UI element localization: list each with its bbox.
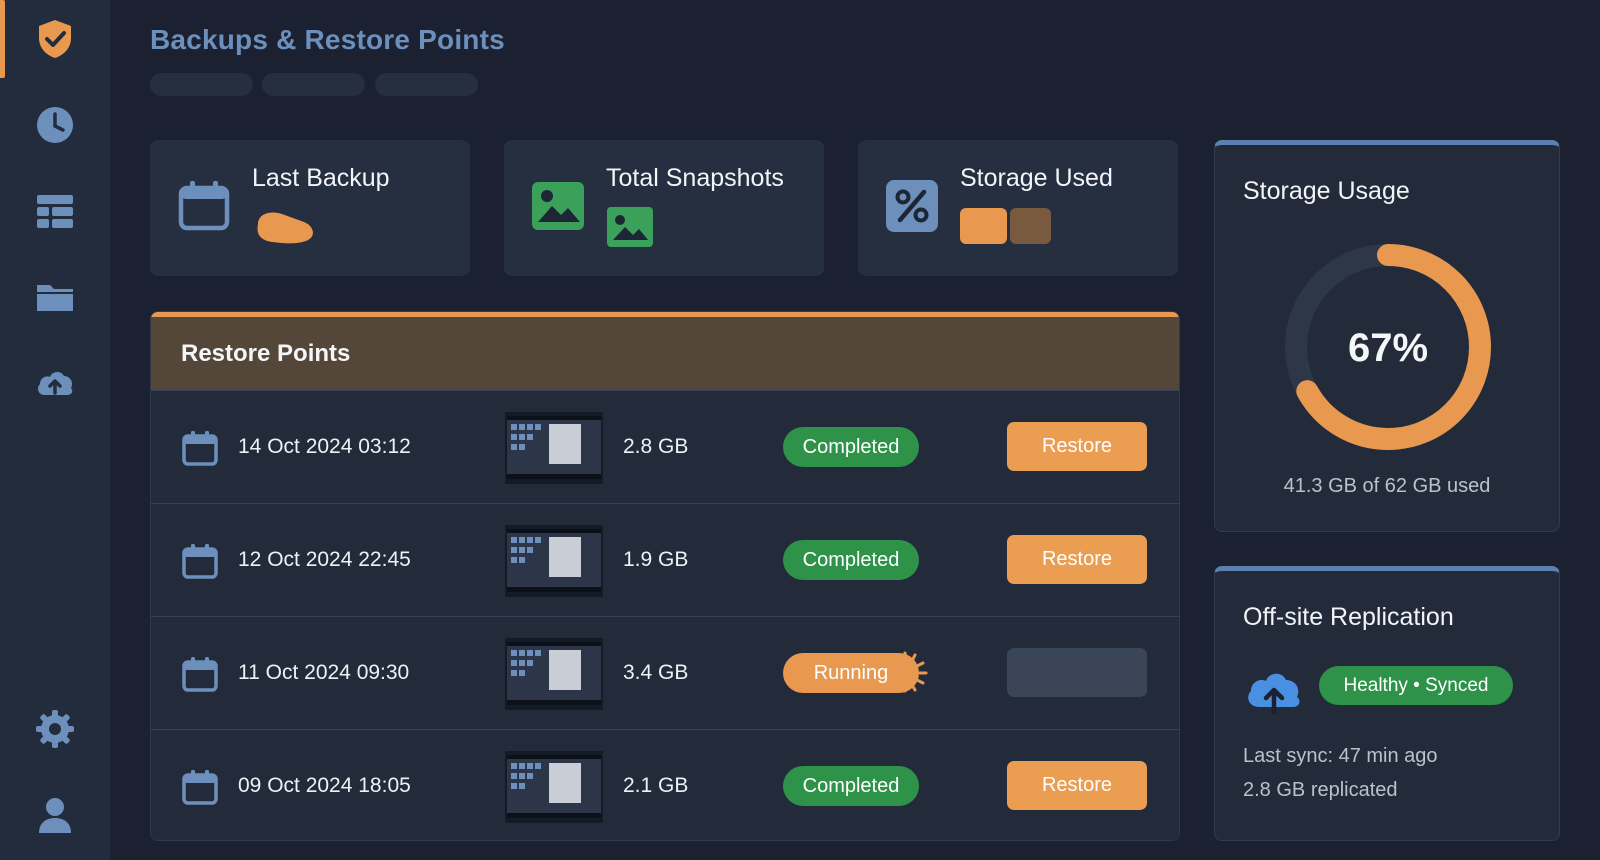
last-sync-text: Last sync: 47 min ago — [1243, 745, 1438, 767]
nav-item-backups[interactable] — [0, 0, 110, 78]
status-badge: Completed — [783, 540, 919, 580]
gear-icon — [36, 710, 74, 748]
table-row: 09 Oct 2024 18:05 2.1 GB Completed Resto… — [151, 729, 1179, 840]
spinner-icon — [903, 651, 928, 693]
replication-status-badge: Healthy • Synced — [1319, 666, 1513, 705]
table-row: 12 Oct 2024 22:45 1.9 GB Completed Resto… — [151, 503, 1179, 616]
snapshot-thumbnail[interactable] — [505, 412, 603, 484]
storage-usage-card: Storage Usage 67% 41.3 GB of 62 GB used — [1214, 140, 1560, 532]
storage-usage-title: Storage Usage — [1243, 177, 1410, 205]
cloud-upload-icon — [1248, 673, 1300, 715]
replication-title: Off-site Replication — [1243, 603, 1454, 631]
folder-icon — [37, 285, 73, 311]
clock-icon — [37, 107, 73, 143]
replication-card: Off-site Replication Healthy • Synced La… — [1214, 566, 1560, 841]
restore-point-size: 2.1 GB — [623, 774, 689, 797]
restore-point-date: 12 Oct 2024 22:45 — [238, 548, 411, 571]
stat-label: Storage Used — [960, 164, 1113, 192]
table-row: 14 Oct 2024 03:12 2.8 GB Completed Resto… — [151, 390, 1179, 503]
shield-check-icon — [39, 20, 71, 58]
replicated-size-text: 2.8 GB replicated — [1243, 779, 1398, 801]
breadcrumb-placeholder[interactable] — [150, 73, 253, 96]
restore-button-disabled[interactable] — [1007, 648, 1147, 697]
stat-label: Last Backup — [252, 164, 390, 192]
placeholder-shape — [257, 212, 313, 244]
restore-point-size: 2.8 GB — [623, 435, 689, 458]
restore-point-date: 11 Oct 2024 09:30 — [238, 661, 410, 684]
breadcrumb-placeholder[interactable] — [375, 73, 478, 96]
percent-icon — [886, 180, 938, 232]
cloud-upload-icon — [37, 371, 73, 395]
image-icon — [532, 182, 584, 230]
calendar-icon — [182, 431, 218, 466]
restore-button[interactable]: Restore — [1007, 422, 1147, 471]
restore-point-size: 3.4 GB — [623, 661, 689, 684]
storage-donut-chart: 67% — [1285, 244, 1491, 450]
restore-point-date: 14 Oct 2024 03:12 — [238, 435, 411, 458]
nav-item-servers[interactable] — [0, 172, 110, 250]
snapshot-thumbnail[interactable] — [505, 638, 603, 710]
stat-card-total-snapshots: Total Snapshots — [504, 140, 824, 276]
calendar-icon — [178, 181, 230, 231]
stat-card-storage-used: Storage Used — [858, 140, 1178, 276]
stat-label: Total Snapshots — [606, 164, 784, 192]
nav-item-settings[interactable] — [0, 690, 110, 768]
status-badge: Completed — [783, 766, 919, 806]
page-title: Backups & Restore Points — [150, 24, 505, 55]
nav-item-files[interactable] — [0, 258, 110, 336]
storage-usage-caption: 41.3 GB of 62 GB used — [1283, 475, 1491, 497]
user-icon — [39, 798, 71, 833]
stat-card-last-backup: Last Backup — [150, 140, 470, 276]
image-icon — [607, 207, 653, 247]
breadcrumb-placeholder[interactable] — [262, 73, 365, 96]
nav-item-profile[interactable] — [0, 776, 110, 854]
status-badge: Completed — [783, 427, 919, 467]
nav-item-history[interactable] — [0, 86, 110, 164]
restore-button[interactable]: Restore — [1007, 761, 1147, 810]
restore-button[interactable]: Restore — [1007, 535, 1147, 584]
restore-point-date: 09 Oct 2024 18:05 — [238, 774, 411, 797]
server-icon — [37, 195, 73, 228]
restore-points-panel: Restore Points 14 Oct 2024 03:12 2.8 GB … — [150, 311, 1180, 841]
calendar-icon — [182, 770, 218, 805]
restore-point-size: 1.9 GB — [623, 548, 689, 571]
snapshot-thumbnail[interactable] — [505, 751, 603, 823]
snapshot-thumbnail[interactable] — [505, 525, 603, 597]
storage-bar-icon — [960, 208, 1051, 244]
calendar-icon — [182, 544, 218, 579]
calendar-icon — [182, 657, 218, 692]
storage-percent-label: 67% — [1348, 326, 1428, 370]
nav-item-cloud[interactable] — [0, 344, 110, 422]
restore-points-title: Restore Points — [151, 312, 1179, 390]
table-row: 11 Oct 2024 09:30 3.4 GB Running — [151, 616, 1179, 729]
sidebar — [0, 0, 110, 860]
